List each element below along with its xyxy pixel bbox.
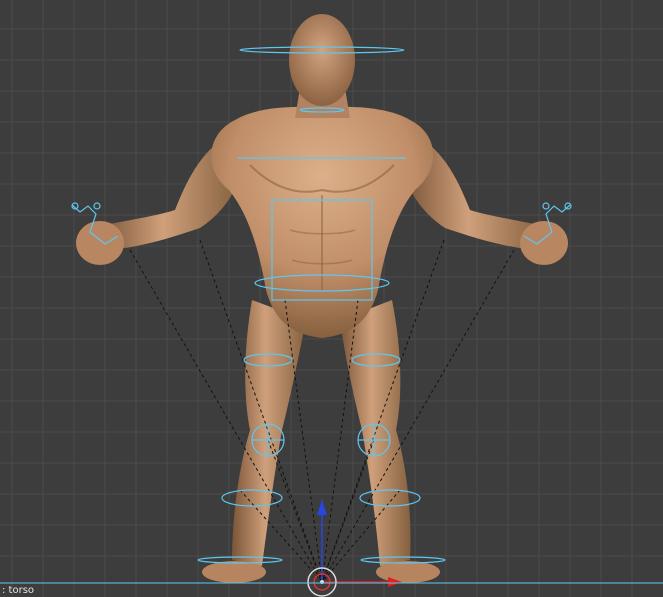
gizmo-z-arrow[interactable] — [317, 500, 327, 515]
character-mesh — [76, 14, 568, 583]
active-object-label: : torso — [2, 585, 35, 596]
3d-viewport[interactable]: : torso — [0, 0, 663, 597]
viewport-scene[interactable] — [0, 0, 663, 597]
